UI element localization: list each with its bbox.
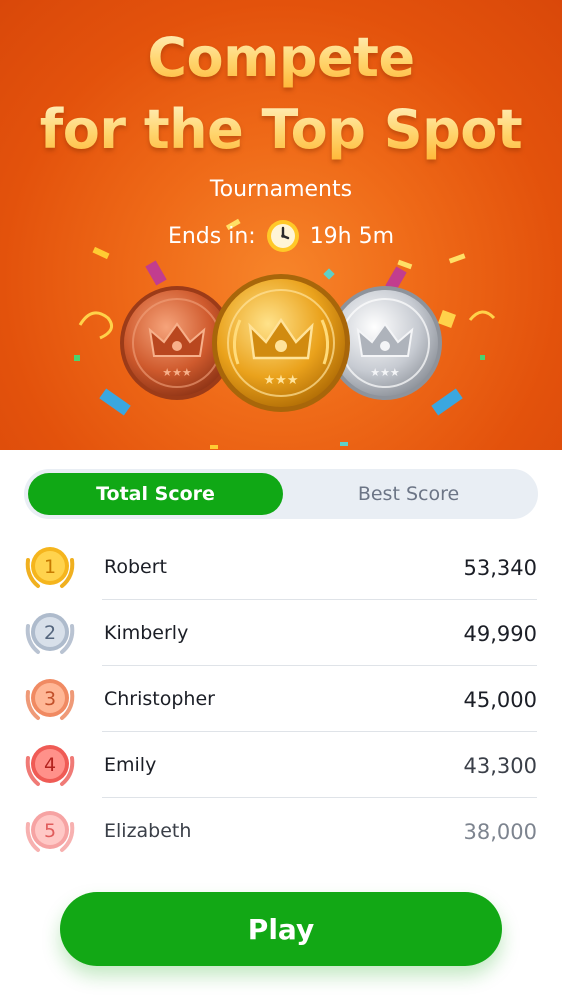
player-name: Christopher bbox=[104, 688, 215, 710]
rank-number: 5 bbox=[44, 820, 56, 842]
player-score: 45,000 bbox=[463, 688, 537, 712]
player-score: 43,300 bbox=[463, 754, 537, 778]
leaderboard-row[interactable]: 1 Robert 53,340 bbox=[0, 534, 562, 600]
countdown-time: 19h 5m bbox=[309, 223, 395, 249]
svg-text:★★★: ★★★ bbox=[370, 366, 400, 379]
medals-group: ★★★ ★★★ ★★★ bbox=[0, 250, 562, 450]
pink-rank-badge-icon: 5 bbox=[25, 811, 75, 852]
player-name: Elizabeth bbox=[104, 820, 192, 842]
headline-line-1: Compete bbox=[0, 28, 562, 88]
gold-crown-medal-icon: ★★★ bbox=[212, 274, 350, 412]
player-name: Emily bbox=[104, 754, 157, 776]
tab-total-score[interactable]: Total Score bbox=[28, 473, 283, 515]
player-score: 53,340 bbox=[463, 556, 537, 580]
rank-number: 4 bbox=[44, 754, 56, 776]
tournaments-subtitle: Tournaments bbox=[209, 177, 353, 202]
svg-text:★★★: ★★★ bbox=[264, 373, 299, 388]
hero-banner: Compete for the Top Spot Tournaments End… bbox=[0, 0, 562, 450]
svg-text:★★★: ★★★ bbox=[162, 366, 192, 379]
headline-line-2: for the Top Spot bbox=[0, 100, 562, 160]
score-type-tabs: Total Score Best Score bbox=[24, 469, 538, 519]
leaderboard-row[interactable]: 5 Elizabeth 38,000 bbox=[0, 798, 562, 864]
rank-number: 3 bbox=[44, 688, 56, 710]
bronze-rank-badge-icon: 3 bbox=[25, 679, 75, 720]
silver-rank-badge-icon: 2 bbox=[25, 613, 75, 654]
leaderboard-row[interactable]: 2 Kimberly 49,990 bbox=[0, 600, 562, 666]
clock-icon bbox=[266, 220, 299, 252]
gold-rank-badge-icon: 1 bbox=[25, 547, 75, 588]
player-score: 38,000 bbox=[463, 820, 537, 844]
tab-best-score[interactable]: Best Score bbox=[283, 473, 534, 515]
player-name: Robert bbox=[104, 556, 167, 578]
player-score: 49,990 bbox=[463, 622, 537, 646]
leaderboard-row[interactable]: 3 Christopher 45,000 bbox=[0, 666, 562, 732]
play-button[interactable]: Play bbox=[60, 892, 502, 966]
ends-in-label: Ends in: bbox=[167, 223, 256, 249]
player-name: Kimberly bbox=[104, 622, 189, 644]
rank-number: 1 bbox=[44, 556, 56, 578]
red-rank-badge-icon: 4 bbox=[25, 745, 75, 786]
leaderboard-row[interactable]: 4 Emily 43,300 bbox=[0, 732, 562, 798]
rank-number: 2 bbox=[44, 622, 56, 644]
